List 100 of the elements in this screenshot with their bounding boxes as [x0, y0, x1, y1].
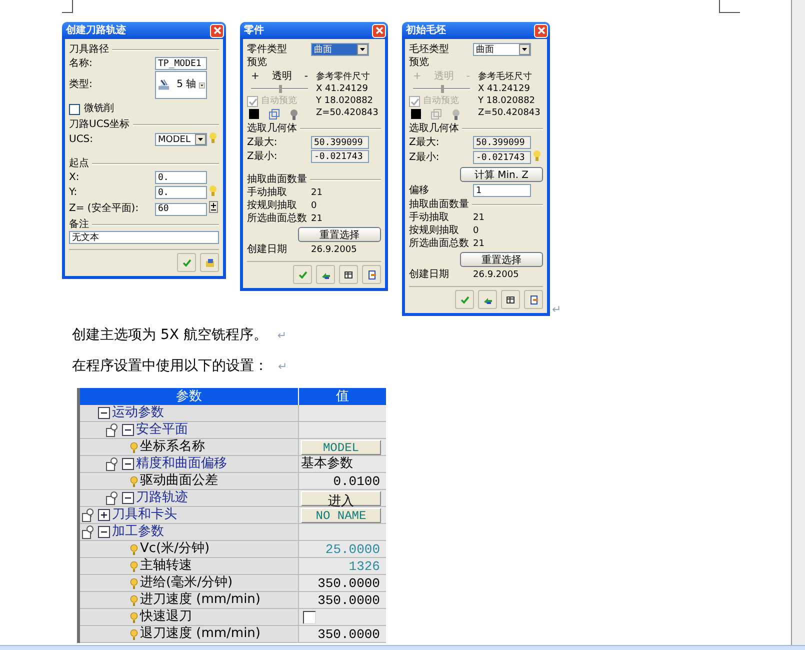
field-value: 26.9.2005 [311, 244, 358, 256]
spinner-icon[interactable] [209, 201, 218, 213]
cube-icon[interactable] [269, 108, 280, 120]
section-label: 备注 [69, 219, 89, 231]
text-field[interactable]: 0. [155, 186, 207, 199]
value-text: 基本参数 [300, 456, 353, 472]
column-header: 值 [298, 388, 386, 405]
close-icon [212, 26, 222, 35]
text-field[interactable]: -0.021743 [473, 151, 531, 164]
field-label: 名称: [69, 58, 92, 70]
reference-value: Z=50.420843 [316, 107, 380, 119]
close-button[interactable] [372, 24, 386, 38]
value-number: 350.0000 [318, 592, 381, 608]
section-label: 刀具路径 [69, 44, 109, 56]
column-header: 参数 [80, 388, 298, 405]
dialog-title: 零件 [244, 24, 264, 36]
field-label: 手动抽取 [247, 187, 287, 199]
lightbulb-page-icon [106, 423, 120, 437]
notes-field[interactable]: 无文本 [69, 231, 219, 244]
close-button[interactable] [534, 24, 548, 38]
expand-icon[interactable] [98, 509, 110, 521]
field-label: 创建日期 [247, 244, 287, 256]
value-number: 0.0100 [333, 474, 381, 488]
checkbox[interactable] [69, 104, 80, 114]
collapse-icon[interactable] [122, 492, 134, 504]
field-value: 21 [473, 238, 486, 250]
collapse-icon[interactable] [98, 407, 110, 419]
text-field[interactable]: 1 [473, 184, 531, 197]
reference-value: Z=50.420843 [478, 107, 542, 119]
group-label: 安全平面 [136, 422, 188, 438]
reference-title: 参考零件尺寸 [316, 71, 371, 83]
text-field[interactable]: 0. [155, 171, 207, 184]
lightbulb-page-icon [106, 491, 120, 505]
toolbar-button[interactable] [316, 265, 335, 284]
dialog-title: 创建刀路轨迹 [66, 24, 126, 36]
minus-label: - [466, 71, 470, 83]
section-label: 预览 [247, 57, 268, 69]
checkbox[interactable] [303, 610, 316, 624]
section-label: 刀路UCS坐标 [69, 119, 130, 131]
dropdown[interactable]: 曲面 [311, 43, 369, 56]
reference-value: Y 18.020882 [316, 95, 374, 107]
parameter-label: 快速退刀 [140, 609, 192, 625]
field-value: 21 [311, 187, 324, 199]
field-value: 0 [311, 200, 318, 212]
caret-icon [357, 44, 368, 55]
collapse-icon[interactable] [98, 526, 110, 538]
field-label: Y: [69, 186, 78, 198]
action-button[interactable]: 重置选择 [460, 252, 543, 267]
check-icon [182, 258, 192, 268]
parameter-label: 主轴转速 [140, 558, 192, 574]
value-button[interactable]: NO NAME [301, 508, 381, 522]
text-field[interactable]: TP_MODE1 [155, 57, 207, 70]
toolbar-button[interactable] [478, 290, 497, 309]
checkbox-label: 微铣削 [84, 103, 114, 115]
plus-label: + [251, 71, 260, 83]
field-label: Z= (安全平面): [69, 203, 139, 215]
field-value: 26.9.2005 [473, 269, 520, 281]
bulb-icon[interactable] [290, 108, 298, 120]
text-field[interactable]: 50.399099 [473, 136, 531, 149]
toolbar-button[interactable] [362, 265, 381, 284]
folder-icon [204, 258, 214, 268]
dialog-title: 初始毛坯 [406, 24, 446, 36]
dropdown[interactable]: MODEL [155, 133, 207, 146]
collapse-icon[interactable] [122, 458, 134, 470]
toolbar-button[interactable] [524, 290, 543, 309]
text-field[interactable]: 60 [155, 202, 207, 216]
dropdown[interactable]: 曲面 [473, 43, 531, 56]
reference-value: Y 18.020882 [478, 95, 536, 107]
group-label: 刀路轨迹 [136, 490, 188, 506]
type-dropdown[interactable]: 5 轴 [155, 71, 207, 99]
field-label: 零件类型 [247, 44, 287, 56]
toolbar-button[interactable] [501, 290, 520, 309]
reference-value: X 41.24129 [316, 83, 369, 95]
value-number: 25.0000 [325, 542, 381, 556]
field-value: 21 [311, 213, 324, 225]
field-label: 偏移 [409, 184, 429, 196]
action-button[interactable]: 计算 Min. Z [460, 167, 543, 182]
value-number: 350.0000 [318, 576, 381, 590]
collapse-icon[interactable] [122, 424, 134, 436]
paragraph-mark: ↵ [278, 360, 288, 373]
text-field[interactable]: -0.021743 [311, 150, 369, 163]
paragraph: 创建主选项为 5X 航空铣程序。 [72, 327, 268, 343]
field-label: 按规则抽取 [247, 200, 297, 212]
value-button[interactable]: 进入 [301, 490, 381, 506]
close-button[interactable] [210, 24, 224, 38]
reference-value: X 41.24129 [478, 83, 531, 95]
lightbulb-page-icon [82, 525, 96, 539]
caret-icon [199, 80, 205, 90]
toolbar-button[interactable] [339, 265, 358, 284]
grid-icon [506, 294, 516, 304]
bulb-icon [130, 476, 138, 486]
group-label: 加工参数 [112, 524, 164, 540]
text-field[interactable]: 50.399099 [311, 136, 369, 149]
export-icon [366, 270, 376, 280]
check-icon [298, 270, 308, 280]
bulb-icon [130, 594, 138, 606]
section-label: 抽取曲面数量 [247, 174, 307, 186]
slider-caption: 透明 [272, 71, 292, 83]
value-button[interactable]: MODEL [301, 440, 381, 454]
action-button[interactable]: 重置选择 [298, 227, 381, 242]
